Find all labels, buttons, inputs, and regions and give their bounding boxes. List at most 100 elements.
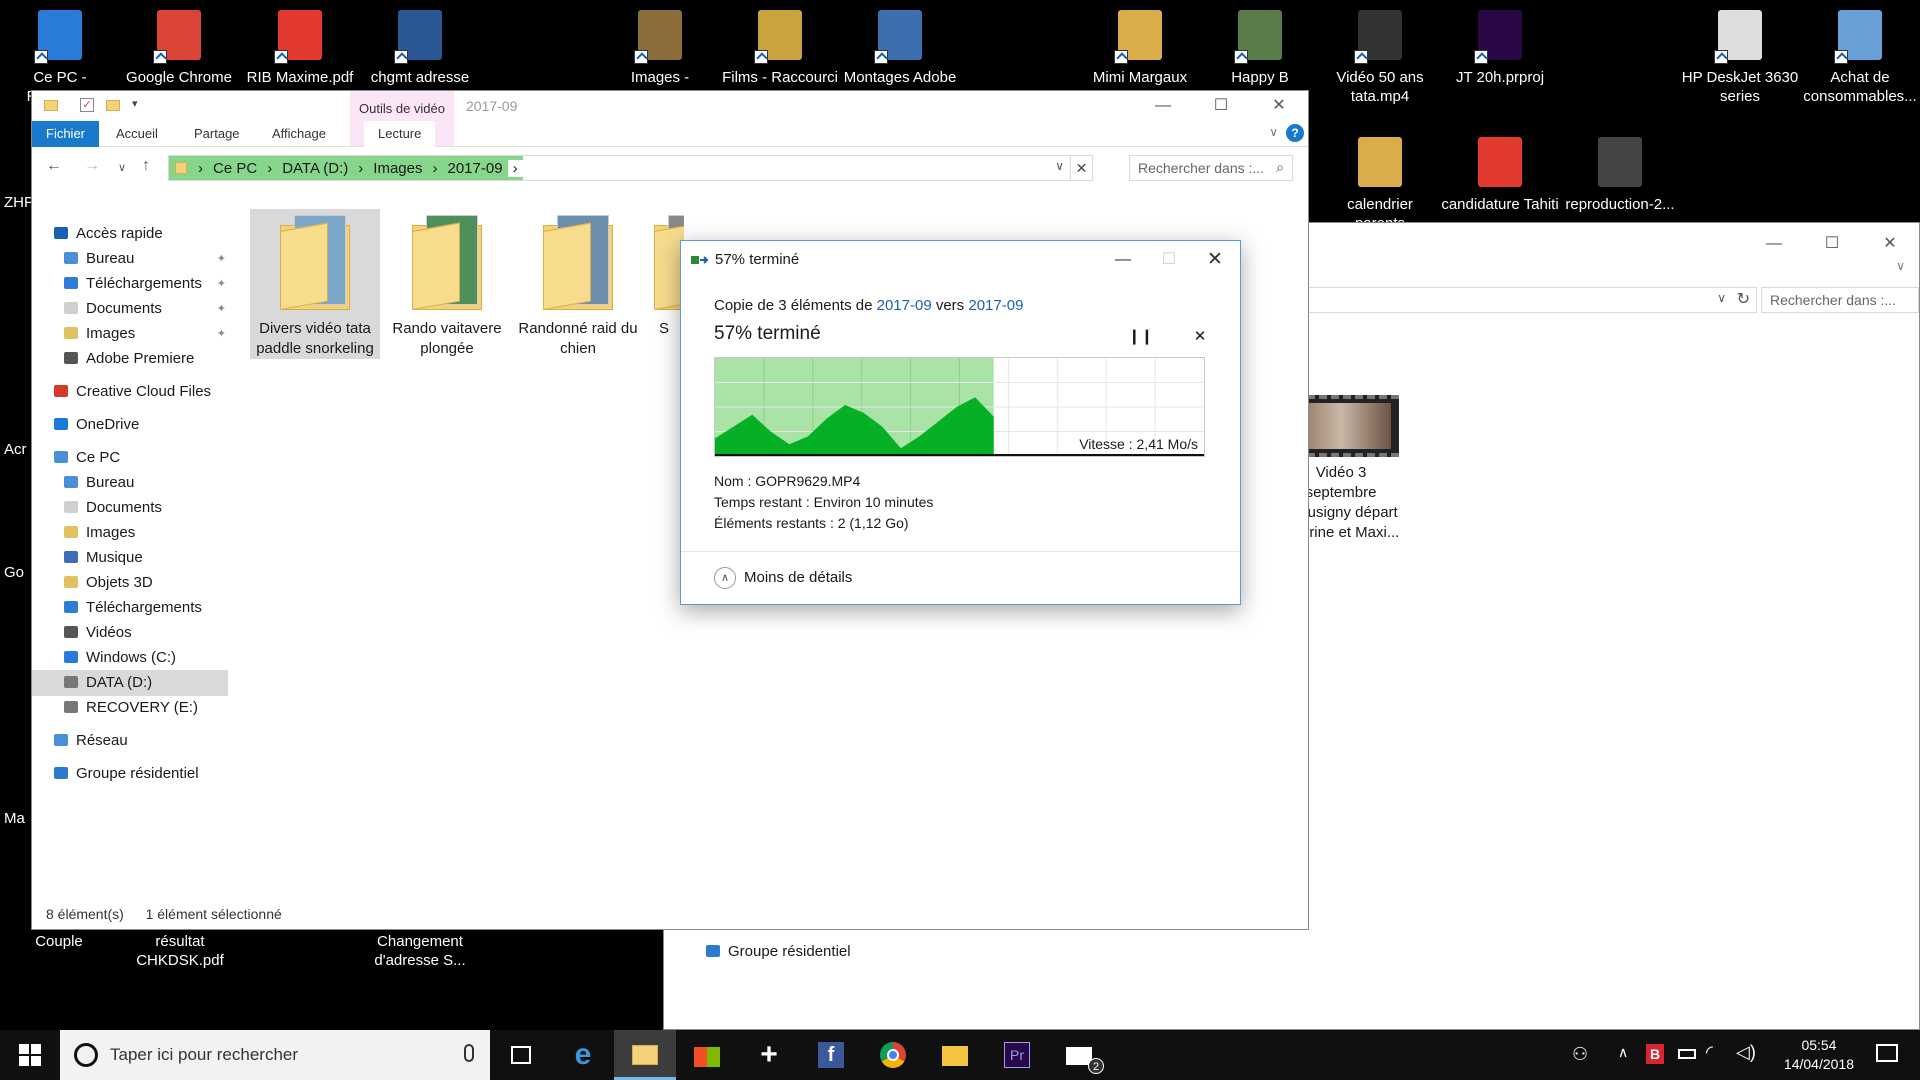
nav-item[interactable]: Adobe Premiere (32, 346, 228, 372)
recent-dropdown-icon[interactable]: ∨ (118, 161, 126, 174)
tab-affichage[interactable]: Affichage (258, 121, 340, 147)
desktop-icon-label[interactable]: ZHP (4, 194, 34, 211)
mail-app-button[interactable] (924, 1030, 986, 1080)
desktop-icon[interactable]: HP DeskJet 3630 series (1680, 0, 1800, 106)
nav-item[interactable]: Bureau (32, 470, 228, 496)
refresh-icon[interactable]: ↻ (1737, 289, 1750, 309)
desktop-icon-label[interactable]: résultat CHKDSK.pdf (120, 932, 240, 970)
desktop-icon[interactable]: reproduction-2... (1560, 127, 1680, 223)
nav-item[interactable]: Ce PC (32, 445, 228, 471)
store-button[interactable] (676, 1030, 738, 1080)
desktop-icon[interactable]: Montages Adobe (840, 0, 960, 87)
quick-access-dropdown-icon[interactable]: ▾ (132, 97, 138, 110)
pin-icon[interactable]: ✦ (217, 296, 226, 322)
nav-item[interactable]: DATA (D:) (32, 670, 228, 696)
chevron-right-icon[interactable]: › (262, 160, 277, 177)
people-icon[interactable]: ⚇ (1572, 1044, 1588, 1080)
chrome-button[interactable] (862, 1030, 924, 1080)
nav-item[interactable]: Images (32, 520, 228, 546)
fewer-details-button[interactable]: ∧ Moins de détails (714, 567, 852, 589)
nav-item[interactable]: OneDrive (32, 412, 228, 438)
desktop-icon[interactable]: Google Chrome (119, 0, 239, 87)
properties-check-icon[interactable]: ✓ (80, 98, 94, 112)
plus-app-button[interactable]: + (738, 1030, 800, 1080)
nav-item[interactable]: RECOVERY (E:) (32, 695, 228, 721)
show-hidden-icons-icon[interactable]: ∧ (1618, 1044, 1628, 1080)
nav-item[interactable]: Groupe résidentiel (32, 761, 228, 787)
action-center-icon[interactable] (1876, 1044, 1898, 1062)
desktop-icon[interactable]: RIB Maxime.pdf (240, 0, 360, 87)
dialog-titlebar[interactable]: 57% terminé — ☐ ✕ (681, 241, 1240, 279)
desktop-icon[interactable]: Films - Raccourci (720, 0, 840, 87)
chevron-right-icon[interactable]: › (353, 160, 368, 177)
forward-arrow-icon[interactable]: → (84, 157, 100, 175)
desktop-icon[interactable]: Achat de consommables... (1800, 0, 1920, 106)
tab-fichier[interactable]: Fichier (32, 121, 100, 147)
pin-icon[interactable]: ✦ (217, 246, 226, 272)
nav-item[interactable]: Windows (C:) (32, 645, 228, 671)
desktop-icon[interactable]: Mimi Margaux (1080, 0, 1200, 87)
nav-item[interactable]: Musique (32, 545, 228, 571)
desktop-icon[interactable]: Images - (600, 0, 720, 87)
desktop-icon-label[interactable]: Changement d'adresse S... (360, 932, 480, 970)
chevron-right-icon[interactable]: › (507, 159, 523, 177)
clock[interactable]: 05:54 14/04/2018 (1784, 1036, 1854, 1074)
desktop-icon[interactable]: chgmt adresse (360, 0, 480, 87)
nav-item[interactable]: Téléchargements ✦ (32, 271, 228, 297)
source-link[interactable]: 2017-09 (877, 297, 932, 314)
copy-progress-dialog[interactable]: 57% terminé — ☐ ✕ Copie de 3 éléments de… (680, 240, 1241, 605)
minimize-icon[interactable]: — (1100, 241, 1146, 279)
folder-item[interactable]: S (644, 209, 684, 339)
folder-item[interactable]: Rando vaitavere plongée (382, 209, 512, 359)
clear-address-icon[interactable]: ✕ (1070, 156, 1092, 180)
pause-button[interactable]: ❙❙ (1128, 325, 1153, 349)
desktop-icon[interactable]: JT 20h.prproj (1440, 0, 1560, 87)
search-icon[interactable]: ⌕ (1276, 159, 1284, 176)
close-icon[interactable]: ✕ (1192, 241, 1238, 279)
breadcrumb-item[interactable]: Images (368, 160, 427, 177)
help-icon[interactable]: ? (1286, 124, 1304, 142)
facebook-button[interactable]: f (800, 1030, 862, 1080)
nav-item[interactable]: Téléchargements (32, 595, 228, 621)
mail-button[interactable]: 2 (1048, 1030, 1110, 1080)
chevron-down-icon[interactable]: ∨ (1269, 125, 1278, 139)
antivirus-icon[interactable]: B (1646, 1044, 1664, 1064)
maximize-icon[interactable]: ☐ (1192, 91, 1250, 121)
pin-icon[interactable]: ✦ (217, 271, 226, 297)
folder-item[interactable]: Randonné raid du chien (513, 209, 643, 359)
search-input[interactable]: Rechercher dans :... (1761, 287, 1919, 313)
pin-icon[interactable]: ✦ (217, 321, 226, 347)
tab-lecture[interactable]: Lecture (364, 121, 436, 147)
search-input[interactable]: Rechercher dans :... ⌕ (1129, 155, 1293, 181)
new-folder-icon[interactable] (106, 100, 120, 111)
nav-item[interactable]: Images ✦ (32, 321, 228, 347)
edge-button[interactable]: e (552, 1030, 614, 1080)
volume-icon[interactable]: ◁) (1736, 1042, 1756, 1080)
battery-icon[interactable] (1678, 1049, 1696, 1059)
back-arrow-icon[interactable]: ← (46, 157, 62, 175)
desktop-icon[interactable]: calendrier parents (1320, 127, 1440, 223)
desktop-icon-label[interactable]: Acr (4, 441, 27, 458)
desktop-icon[interactable]: Happy B (1200, 0, 1320, 87)
dropdown-icon[interactable]: ∨ (1717, 291, 1726, 305)
close-icon[interactable]: ✕ (1250, 91, 1308, 121)
tab-partage[interactable]: Partage (180, 121, 254, 147)
nav-item[interactable]: Vidéos (32, 620, 228, 646)
desktop-icon-label[interactable]: Go (4, 564, 24, 581)
nav-item[interactable]: Accès rapide (32, 221, 228, 247)
nav-item[interactable]: Bureau ✦ (32, 246, 228, 272)
desktop-icon-label[interactable]: Ma (4, 810, 25, 827)
address-bar[interactable]: › Ce PC › DATA (D:) › Images › 2017-09 › ∨ ✕ (168, 155, 1093, 181)
breadcrumb-item[interactable]: DATA (D:) (277, 160, 353, 177)
wifi-icon[interactable]: ◜ (1706, 1042, 1713, 1080)
desktop-icon[interactable]: Vidéo 50 ans tata.mp4 (1320, 0, 1440, 106)
nav-item[interactable]: Groupe résidentiel (684, 939, 880, 965)
desktop-icon-label[interactable]: Couple (0, 932, 118, 951)
file-explorer-button[interactable] (614, 1030, 676, 1080)
dropdown-icon[interactable]: ∨ (1055, 159, 1064, 173)
taskbar-search-input[interactable]: Taper ici pour rechercher (60, 1030, 490, 1080)
task-view-button[interactable] (490, 1030, 552, 1080)
nav-item[interactable]: Documents ✦ (32, 296, 228, 322)
nav-item[interactable]: Réseau (32, 728, 228, 754)
premiere-button[interactable]: Pr (986, 1030, 1048, 1080)
